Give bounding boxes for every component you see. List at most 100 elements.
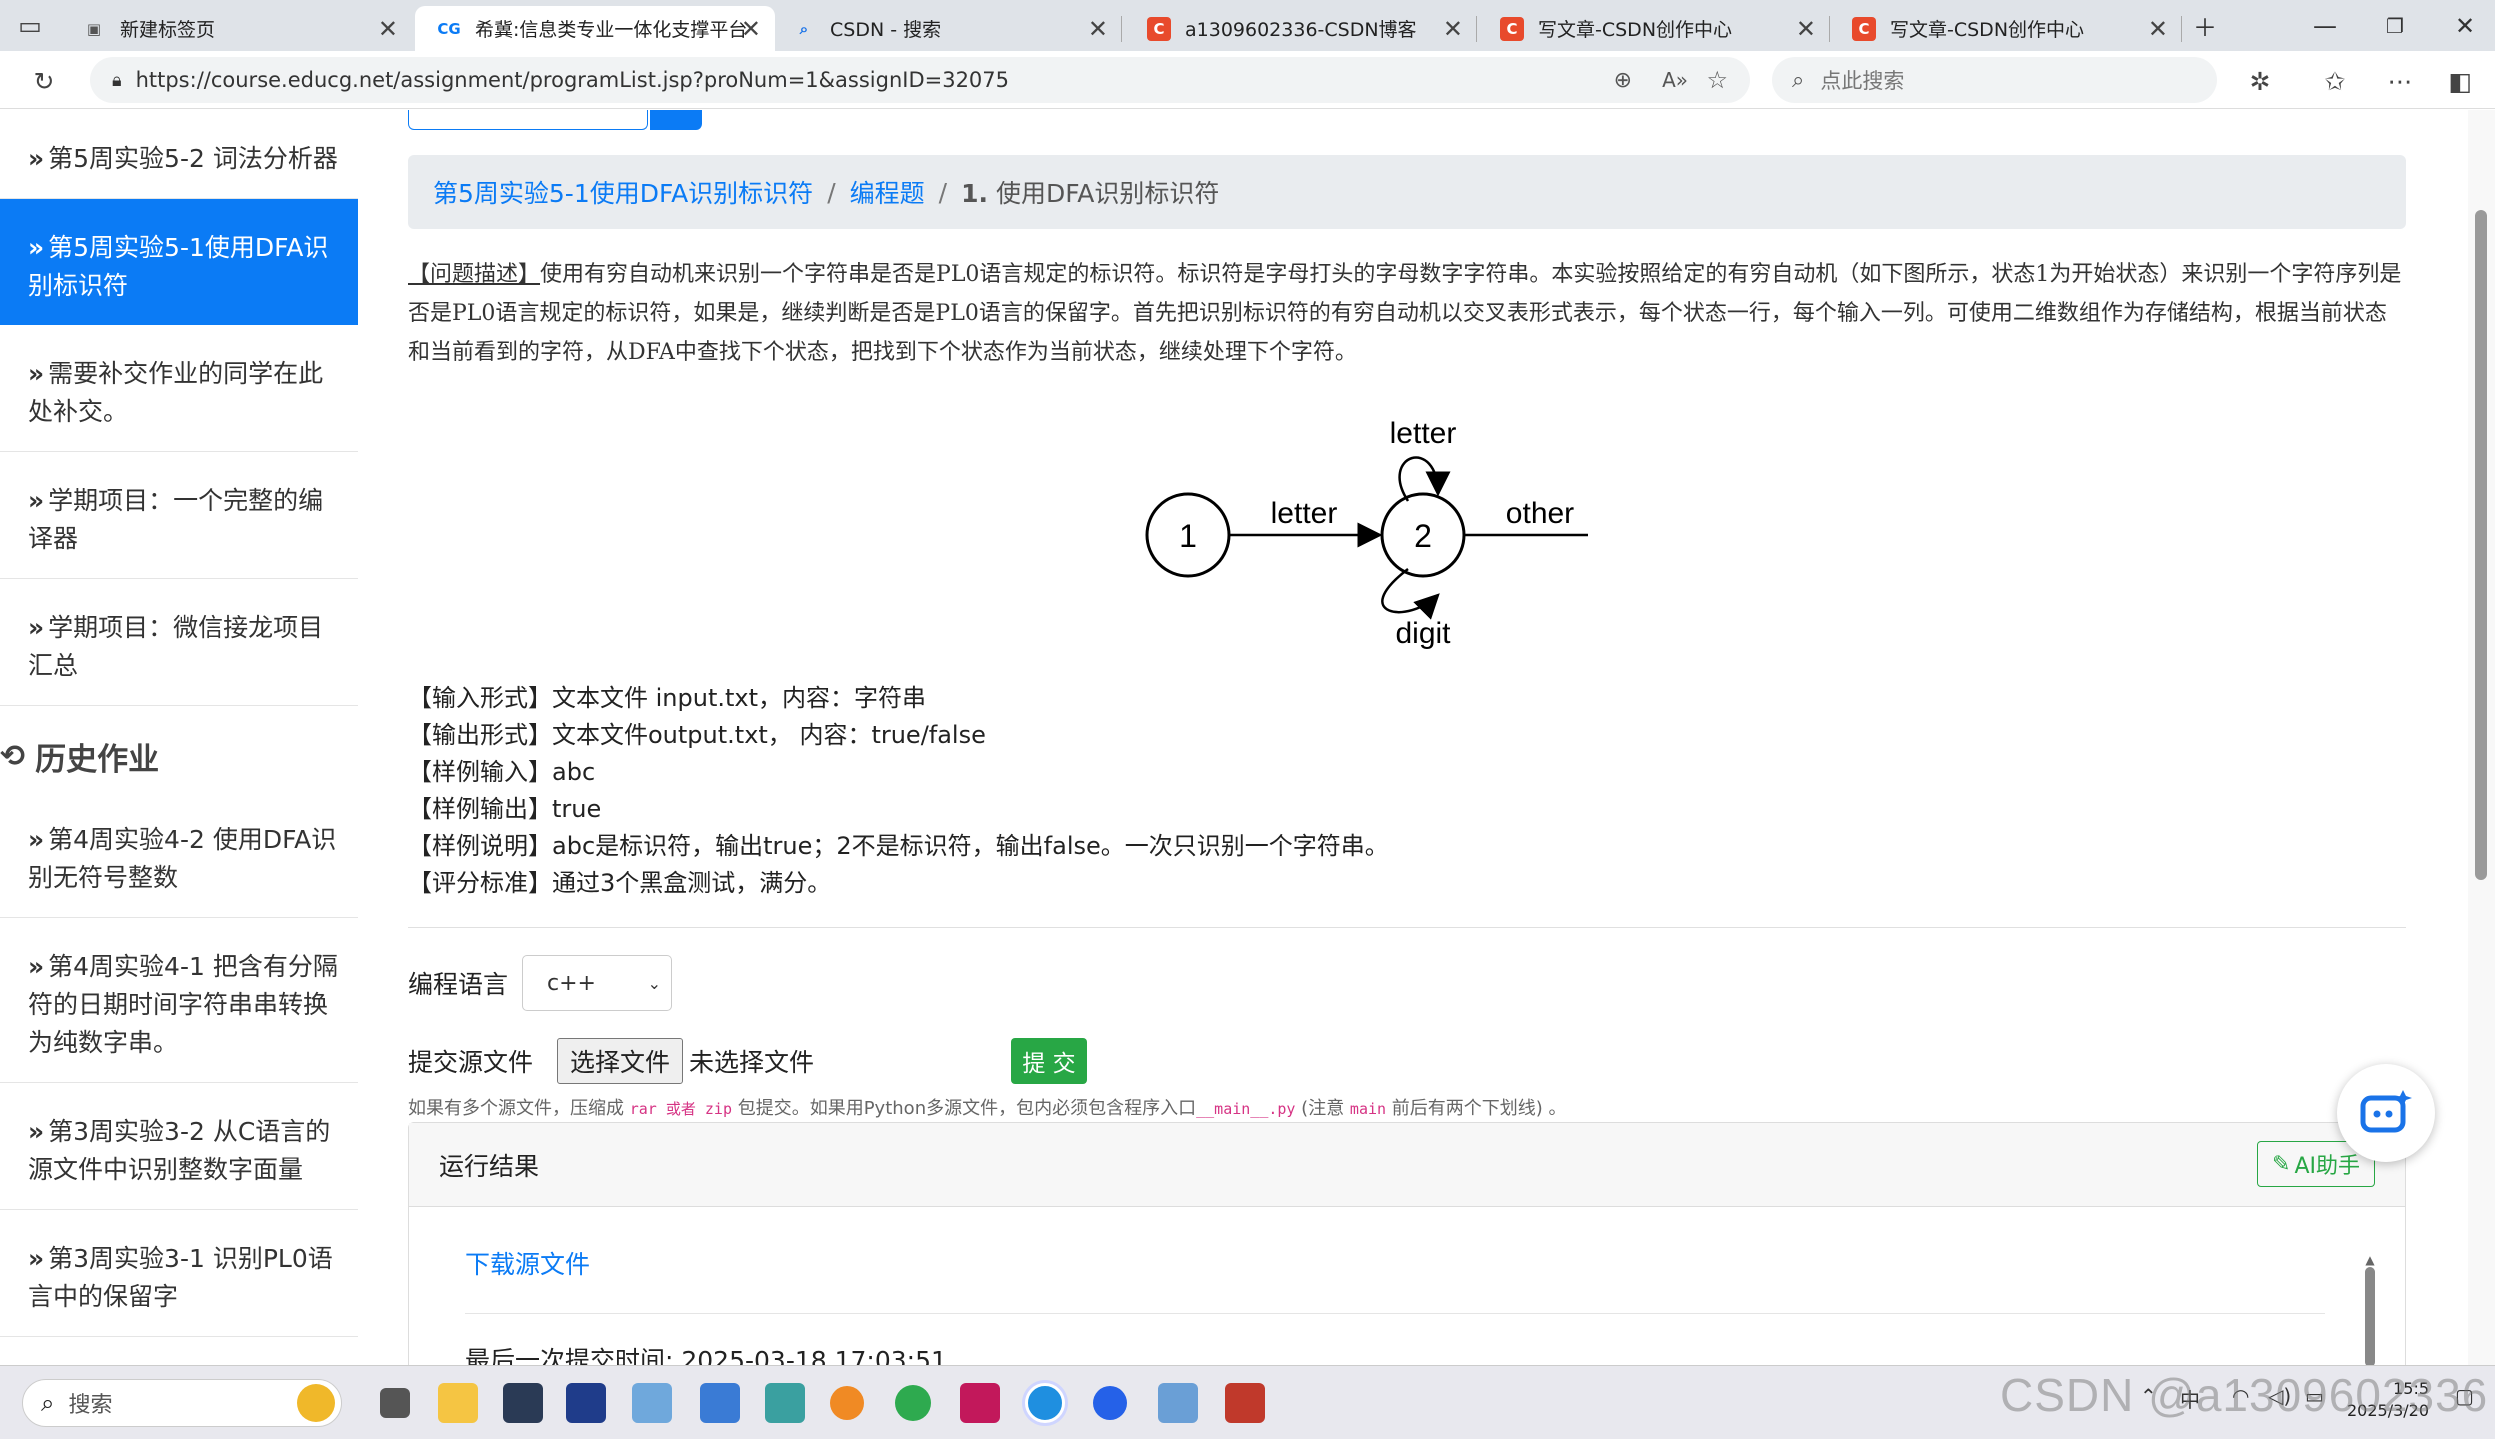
double-chevron-icon: » — [28, 233, 45, 262]
close-tab-icon[interactable]: ✕ — [2148, 15, 2168, 43]
remote-icon[interactable] — [765, 1383, 805, 1423]
file-status: 未选择文件 — [689, 1048, 815, 1077]
sidebar-item-3[interactable]: » 学期项目：一个完整的编译器 — [0, 452, 358, 579]
python-icon[interactable] — [1158, 1383, 1198, 1423]
problem-tag: 【问题描述】 — [408, 262, 541, 287]
address-bar[interactable]: 🔒︎ https://course.educg.net/assignment/p… — [90, 57, 1750, 103]
choose-file-button[interactable]: 选择文件 — [557, 1038, 684, 1084]
page-scrollbar[interactable] — [2468, 110, 2495, 1365]
close-tab-icon[interactable]: ✕ — [378, 15, 398, 43]
sidebar-item-4[interactable]: » 学期项目：微信接龙项目汇总 — [0, 579, 358, 706]
dfa-loop-top-label: letter — [1390, 417, 1457, 450]
chat-bot-icon — [2360, 1090, 2412, 1133]
chat-icon[interactable] — [1093, 1386, 1127, 1420]
lock-icon: 🔒︎ — [112, 69, 122, 91]
minimize-button[interactable]: — — [2295, 0, 2355, 51]
sidebar-item-label: 第3周实验3-2 从C语言的源文件中识别整数字面量 — [28, 1117, 331, 1184]
sync-icon[interactable] — [895, 1385, 931, 1421]
sidebar-item-2[interactable]: » 需要补交作业的同学在此处补交。 — [0, 325, 358, 452]
new-tab-button[interactable]: ＋ — [2175, 0, 2235, 51]
app-icon[interactable] — [503, 1383, 543, 1423]
main-content: 第5周实验5-1使用DFA识别标识符 / 编程题 / 1. 使用DFA识别标识符… — [358, 110, 2468, 1365]
sidebar-item-label: 第3周实验3-1 识别PL0语言中的保留字 — [28, 1244, 333, 1311]
csdn-icon: C — [1500, 16, 1524, 41]
history-item-2[interactable]: » 第3周实验3-2 从C语言的源文件中识别整数字面量 — [0, 1083, 358, 1210]
tab-1[interactable]: CG 希冀:信息类专业一体化支撑平台 ✕ — [415, 6, 775, 51]
chevron-down-icon: ⌄ — [647, 973, 662, 993]
close-tab-icon[interactable]: ✕ — [1088, 15, 1108, 43]
tab-4[interactable]: C 写文章-CSDN创作中心 ✕ — [1478, 6, 1830, 51]
breadcrumb-assignment-link[interactable]: 第5周实验5-1使用DFA识别标识符 — [433, 174, 813, 210]
history-icon: ⟲ — [0, 739, 26, 774]
messenger-icon[interactable] — [700, 1383, 740, 1423]
history-item-0[interactable]: » 第4周实验4-2 使用DFA识别无符号整数 — [0, 791, 358, 918]
widget-icon — [297, 1384, 335, 1422]
tab-label: 希冀:信息类专业一体化支撑平台 — [475, 19, 748, 41]
tab-label: 新建标签页 — [120, 19, 216, 41]
tab-actions-icon[interactable]: ▭ — [10, 5, 50, 45]
submit-button[interactable]: 提 交 — [1011, 1038, 1087, 1084]
extensions-icon[interactable]: ✲ — [2240, 61, 2280, 101]
sidebar-item-0[interactable]: » 第5周实验5-2 词法分析器 — [0, 110, 358, 199]
address-row: ↻ 🔒︎ https://course.educg.net/assignment… — [0, 51, 2495, 109]
language-row: 编程语言 c++ ⌄ — [408, 955, 673, 1011]
result-card: 运行结果 ✎ AI助手 下载源文件 最后一次提交时间: 2025-03-18 1… — [408, 1122, 2406, 1365]
tab-3[interactable]: Ca1309602336-CSDN博客 ✕ — [1125, 6, 1477, 51]
folder-icon[interactable] — [438, 1383, 478, 1423]
read-aloud-icon[interactable]: A» — [1662, 68, 1688, 92]
vscode-icon[interactable] — [566, 1383, 606, 1423]
io-line: 【评分标准】通过3个黑盒测试，满分。 — [408, 869, 832, 897]
tab-0[interactable]: ▣ 新建标签页 ✕ — [60, 6, 412, 51]
jetbrains-icon[interactable] — [960, 1383, 1000, 1423]
file-explorer-icon[interactable] — [380, 1388, 410, 1418]
language-value: c++ — [547, 970, 596, 996]
chat-assistant-fab[interactable] — [2337, 1064, 2435, 1162]
close-window-button[interactable]: ✕ — [2435, 0, 2495, 51]
favorites-icon[interactable]: ✩ — [2315, 61, 2355, 101]
tab-2[interactable]: ⌕ CSDN - 搜索 ✕ — [770, 6, 1122, 51]
back-button-addon[interactable] — [650, 110, 702, 130]
result-scrollbar[interactable]: ▲ — [2365, 1253, 2375, 1365]
history-item-4[interactable]: »第2周实验2-2解释执行PL0语言目标程序的虚拟机 — [0, 1337, 358, 1365]
history-item-3[interactable]: » 第3周实验3-1 识别PL0语言中的保留字 — [0, 1210, 358, 1337]
assignment-sidebar: » 第5周实验5-2 词法分析器» 第5周实验5-1使用DFA识别标识符» 需要补交作… — [0, 110, 358, 1365]
tab-label: 写文章-CSDN创作中心 — [1538, 19, 1733, 41]
sidebar-item-label: 第5周实验5-1使用DFA识别标识符 — [28, 233, 329, 300]
double-chevron-icon: » — [28, 1117, 45, 1146]
close-tab-icon[interactable]: ✕ — [741, 15, 761, 43]
double-chevron-icon: » — [28, 613, 45, 642]
double-chevron-icon: » — [28, 359, 45, 388]
search-placeholder: 点此搜索 — [1820, 69, 1905, 93]
zoom-icon[interactable]: ⊕ — [1614, 68, 1632, 93]
breadcrumb-type-link[interactable]: 编程题 — [850, 174, 925, 210]
close-tab-icon[interactable]: ✕ — [1796, 15, 1816, 43]
io-line: 【输入形式】文本文件 input.txt，内容：字符串 — [408, 684, 927, 712]
back-button[interactable] — [408, 110, 648, 130]
favorite-star-icon[interactable]: ☆ — [1706, 66, 1728, 94]
io-line: 【样例说明】abc是标识符，输出true；2不是标识符，输出false。一次只识… — [408, 832, 1389, 860]
close-tab-icon[interactable]: ✕ — [1443, 15, 1463, 43]
cg-icon: CG — [437, 19, 461, 38]
sidebar-toggle-icon[interactable]: ◧ — [2440, 61, 2480, 101]
language-select[interactable]: c++ ⌄ — [522, 955, 673, 1011]
taskbar-search[interactable]: ⌕ 搜索 — [22, 1379, 342, 1427]
history-item-1[interactable]: » 第4周实验4-1 把含有分隔符的日期时间字符串串转换为纯数字串。 — [0, 918, 358, 1083]
dev-cpp-icon[interactable] — [1225, 1383, 1265, 1423]
refresh-icon[interactable]: ↻ — [24, 61, 64, 101]
tab-label: 写文章-CSDN创作中心 — [1890, 19, 2085, 41]
history-heading: ⟲ 历史作业 — [0, 706, 358, 791]
dfa-state-2-label: 2 — [1414, 518, 1432, 554]
maximize-button[interactable]: ❐ — [2365, 0, 2425, 51]
tool-icon[interactable] — [632, 1383, 672, 1423]
more-menu-icon[interactable]: ⋯ — [2380, 61, 2420, 101]
search-icon: ⌕ — [799, 19, 809, 38]
search-box[interactable]: ⌕ 点此搜索 — [1772, 57, 2217, 103]
edge-icon[interactable] — [1025, 1383, 1065, 1423]
submit-hint: 如果有多个源文件，压缩成 rar 或者 zip 包提交。如果用Python多源文… — [408, 1098, 1567, 1119]
tab-5[interactable]: C 写文章-CSDN创作中心 ✕ — [1830, 6, 2182, 51]
update-icon[interactable] — [830, 1386, 864, 1420]
download-source-link[interactable]: 下载源文件 — [465, 1245, 590, 1281]
tab-separator — [1121, 16, 1122, 42]
sidebar-item-1[interactable]: » 第5周实验5-1使用DFA识别标识符 — [0, 199, 358, 325]
scrollbar-thumb[interactable] — [2475, 210, 2487, 880]
